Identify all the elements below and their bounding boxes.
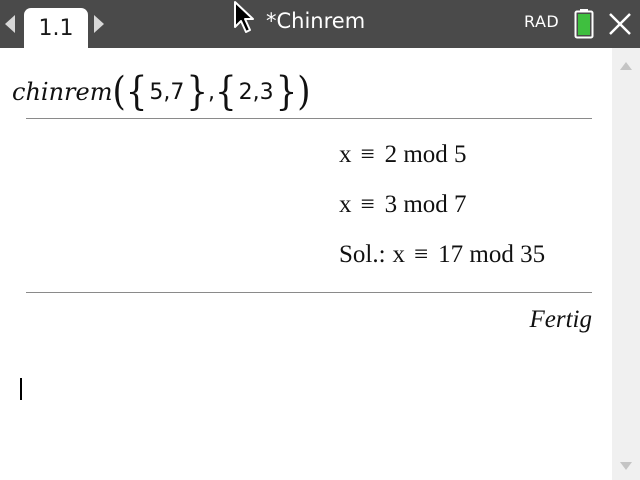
output-variable: x (392, 241, 406, 268)
calculator-history[interactable]: chinrem ( { 5,7 } , { 2,3 } ) x ≡ 2 mod … (0, 48, 612, 480)
output-line[interactable]: x ≡ 3 mod 7 (339, 191, 467, 219)
solution-prefix: Sol.: (339, 241, 386, 268)
close-icon[interactable] (606, 10, 634, 38)
tab-page-1-1[interactable]: 1.1 (24, 8, 88, 50)
output-line[interactable]: x ≡ 2 mod 5 (339, 141, 467, 169)
divider (26, 292, 592, 293)
function-name: chinrem (12, 78, 113, 106)
text-cursor[interactable] (20, 378, 22, 400)
congruence-symbol: ≡ (360, 191, 375, 218)
scrollbar[interactable] (612, 48, 640, 480)
brace-close: } (186, 69, 209, 115)
document-title: *Chinrem (266, 9, 366, 33)
scroll-up-icon[interactable] (620, 62, 632, 70)
list-2-values: 2,3 (238, 79, 274, 105)
entry-expression[interactable]: chinrem ( { 5,7 } , { 2,3 } ) (12, 68, 311, 116)
calculator-screen: 1.1 *Chinrem RAD chinrem ( { 5,7 } , {2… (0, 0, 640, 480)
paren-open: ( (112, 69, 126, 115)
status-result: Fertig (529, 306, 593, 333)
angle-mode-indicator: RAD (524, 12, 560, 31)
brace-open: { (215, 69, 237, 115)
paren-close: ) (297, 69, 311, 115)
top-bar: 1.1 *Chinrem RAD (0, 0, 640, 50)
output-variable: x (339, 191, 352, 218)
tab-label: 1.1 (38, 15, 74, 41)
brace-open: { (125, 69, 148, 115)
nav-right-icon[interactable] (91, 12, 107, 36)
output-value: 3 mod 7 (384, 191, 467, 218)
output-variable: x (339, 141, 352, 168)
list-1-values: 5,7 (149, 79, 185, 105)
battery-icon (574, 9, 594, 39)
solution-line[interactable]: Sol.: x ≡ 17 mod 35 (339, 241, 545, 269)
output-value: 17 mod 35 (438, 241, 546, 268)
argument-separator: , (208, 79, 216, 105)
nav-left-icon[interactable] (2, 12, 18, 36)
congruence-symbol: ≡ (360, 141, 375, 168)
output-value: 2 mod 5 (384, 141, 467, 168)
mouse-pointer-icon (234, 1, 254, 33)
divider (26, 118, 592, 119)
scroll-down-icon[interactable] (620, 462, 632, 470)
congruence-symbol: ≡ (414, 241, 429, 268)
brace-close: } (275, 69, 298, 115)
